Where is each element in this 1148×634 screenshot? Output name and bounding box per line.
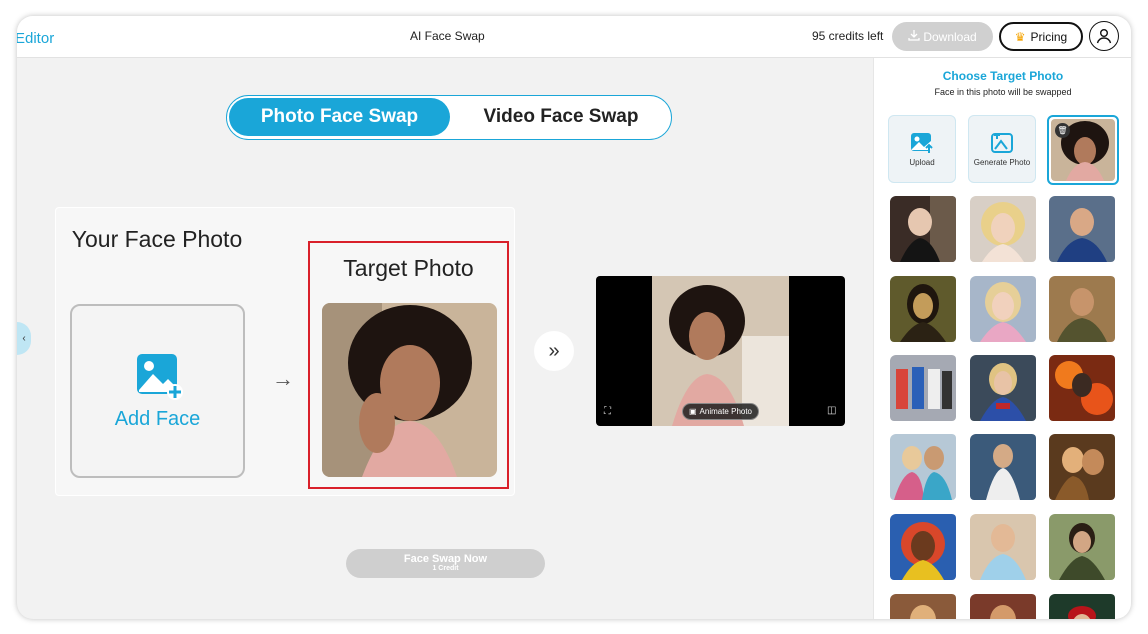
target-thumb[interactable] [970,355,1038,423]
sidebar-subtitle: Face in this photo will be swapped [934,87,1072,97]
target-thumb[interactable] [1049,276,1117,344]
image-icon: ▣ [688,407,697,416]
download-button[interactable]: Download [892,22,993,51]
pricing-label: Pricing [1030,29,1068,44]
target-photo-box: Target Photo [308,241,509,489]
tab-photo-face-swap[interactable]: Photo Face Swap [229,98,450,136]
swap-mode-tabs: Photo Face Swap Video Face Swap [226,95,672,140]
editor-main: Photo Face Swap Video Face Swap ‹ Your F… [17,58,873,619]
target-thumb[interactable] [890,514,958,582]
sidebar-title: Choose Target Photo [942,69,1064,83]
pricing-button[interactable]: ♛ Pricing [999,22,1083,51]
add-face-dropzone[interactable]: Add Face [70,304,245,478]
target-thumb[interactable] [970,276,1038,344]
target-thumb[interactable] [970,514,1038,582]
credits-counter: 95 credits left [812,29,884,43]
compare-icon[interactable]: ◫ [827,405,836,416]
arrow-right-icon: → [272,366,294,391]
double-chevron-right-icon[interactable]: » [534,331,574,371]
animate-photo-label: Animate Photo [699,407,753,416]
target-thumb[interactable] [1049,355,1117,423]
target-thumb[interactable] [1049,434,1117,502]
top-bar: Editor AI Face Swap 95 credits left Down… [17,16,1131,58]
expand-icon[interactable]: ⛶ [604,406,611,417]
swap-button-label: Face Swap Now [403,553,488,565]
upload-image-icon [911,132,933,153]
target-photo-image[interactable] [322,303,497,477]
download-icon [908,29,920,44]
target-thumb[interactable] [890,355,958,423]
target-thumb[interactable] [890,594,958,619]
selected-target-thumb[interactable]: 🗑 [1047,115,1119,185]
target-thumb[interactable] [1049,594,1117,619]
app-title: AI Face Swap [410,29,485,43]
chevron-left-icon: ‹ [22,333,26,344]
result-preview: ⛶ ▣ Animate Photo ◫ [596,276,845,426]
download-label: Download [923,29,977,44]
face-swap-now-button[interactable]: Face Swap Now 1 Credit [346,549,545,578]
upload-tile[interactable]: Upload [888,115,956,183]
editor-link[interactable]: Editor [17,30,54,47]
generate-photo-tile[interactable]: Generate Photo [968,115,1036,183]
target-thumb[interactable] [890,196,958,264]
target-thumb[interactable] [1049,514,1117,582]
trash-icon[interactable]: 🗑 [1055,123,1070,138]
target-photo-title: Target Photo [343,255,474,281]
target-thumb[interactable] [970,594,1038,619]
user-icon [1096,29,1112,44]
target-thumb[interactable] [890,276,958,344]
animate-photo-button[interactable]: ▣ Animate Photo [682,403,759,420]
app-window: Editor AI Face Swap 95 credits left Down… [17,16,1131,619]
target-thumb[interactable] [970,196,1038,264]
generate-photo-icon [991,132,1013,153]
target-photo-sidebar: Choose Target Photo Face in this photo w… [873,58,1131,619]
tab-video-face-swap[interactable]: Video Face Swap [456,98,666,136]
swap-cost-label: 1 Credit [432,565,459,572]
target-thumb[interactable] [890,434,958,502]
upload-label: Upload [909,157,935,167]
generate-photo-label: Generate Photo [973,157,1031,167]
collapse-sidebar-handle[interactable]: ‹ [17,322,31,355]
crown-icon: ♛ [1014,29,1026,44]
account-avatar-button[interactable] [1089,21,1119,51]
target-thumb[interactable] [970,434,1038,502]
add-image-icon [135,352,183,405]
your-face-title: Your Face Photo [71,226,243,252]
add-face-label: Add Face [114,408,201,430]
target-thumb[interactable] [1049,196,1117,264]
